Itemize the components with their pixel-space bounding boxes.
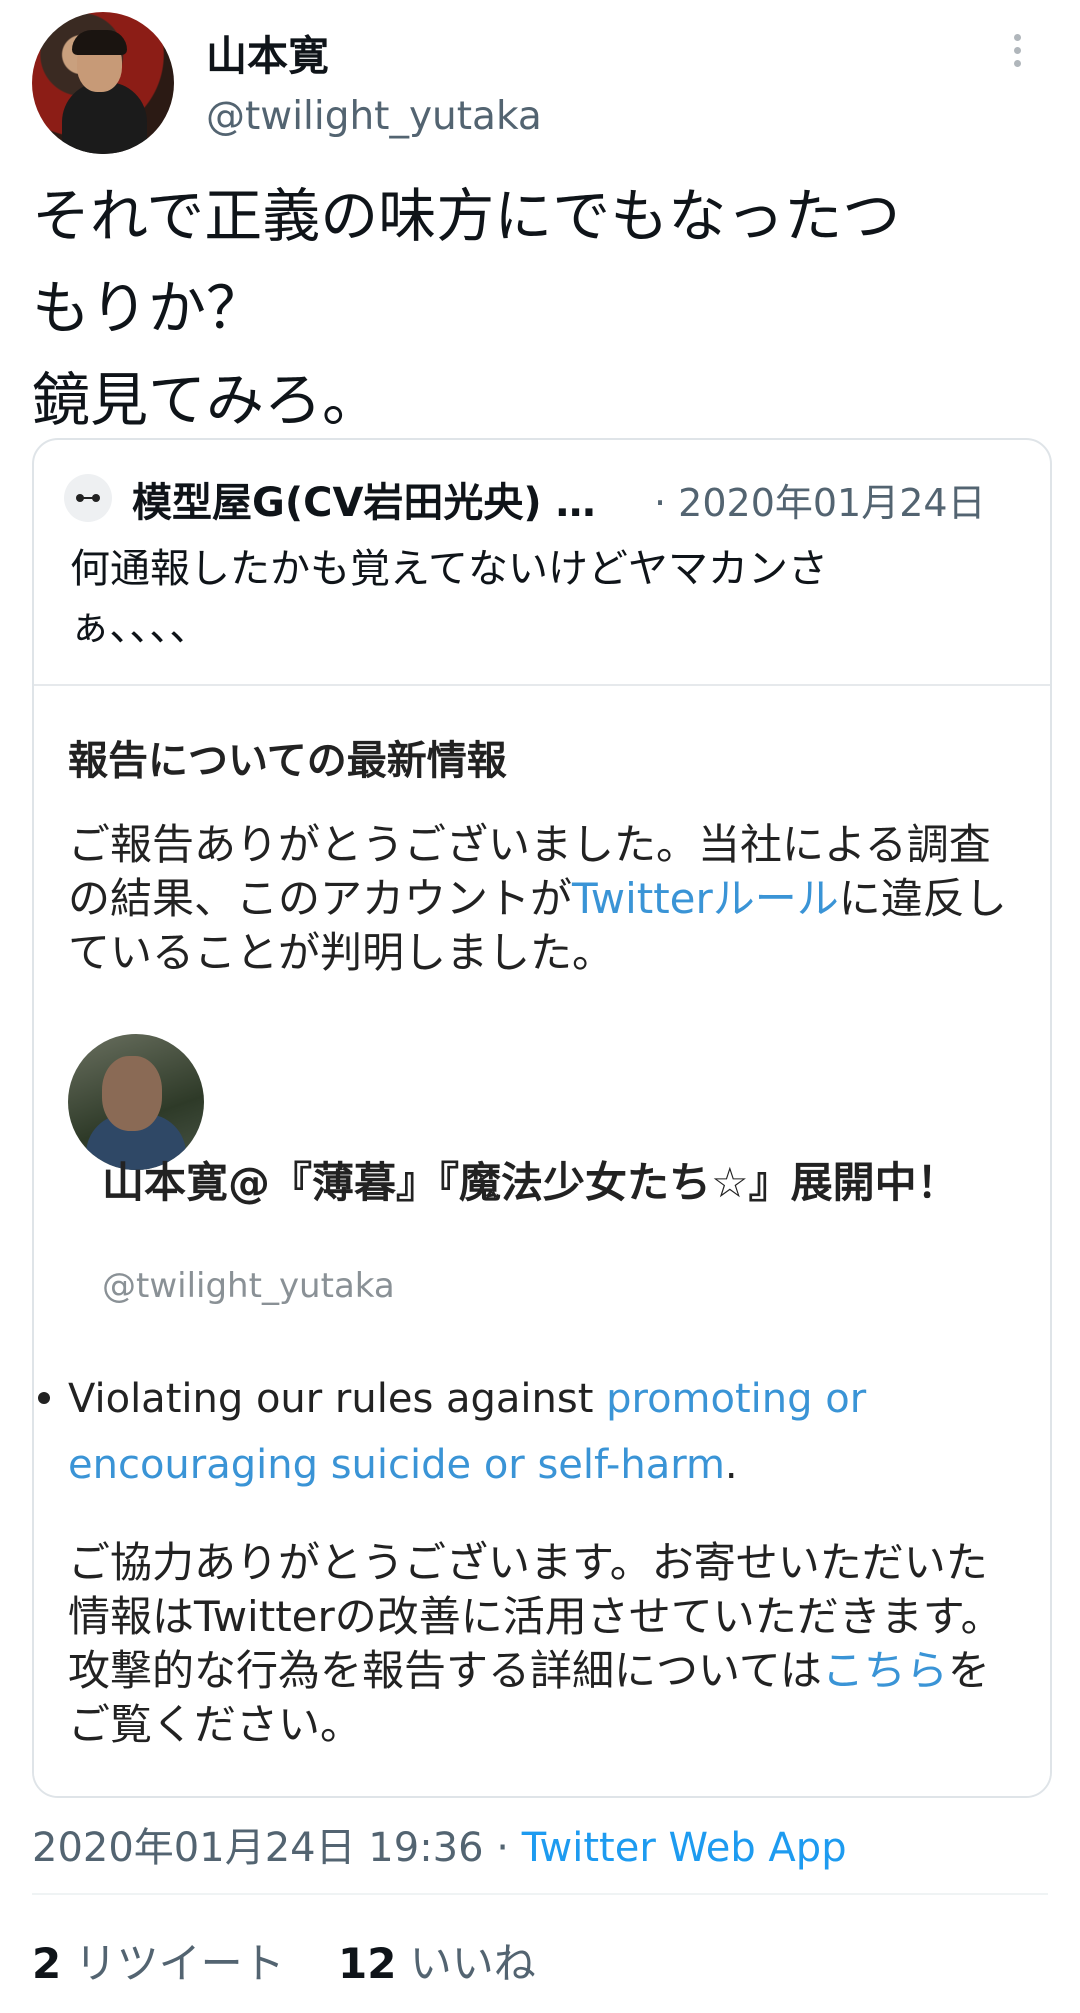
likes-stat[interactable]: 12 いいね [338,1939,536,1988]
report-body: ご報告ありがとうございました。当社による調査の結果、このアカウントがTwitte… [68,818,1028,980]
author-avatar[interactable] [32,12,174,154]
source-app-link[interactable]: Twitter Web App [522,1825,847,1871]
avatar-head [102,1056,162,1131]
avatar-eye [92,494,100,502]
report-title: 報告についての最新情報 [68,738,507,784]
timestamp-text[interactable]: 2020年01月24日 19:36 · [32,1825,522,1871]
report-thanks: ご協力ありがとうございます。お寄せいただいた情報はTwitterの改善に活用させ… [68,1536,1028,1752]
author-name[interactable]: 山本寛 [206,22,329,82]
report-screenshot-image[interactable]: 報告についての最新情報 ご報告ありがとうございました。当社による調査の結果、この… [34,684,1050,1796]
violation-text: Violating our rules against promoting or… [34,1366,1024,1498]
author-handle[interactable]: @twilight_yutaka [206,94,542,139]
avatar-hair [72,30,127,55]
retweets-stat[interactable]: 2 リツイート [32,1939,285,1988]
quoted-author-avatar[interactable] [64,474,112,522]
details-link: こちら [821,1646,948,1695]
bullet-dot [38,1392,50,1404]
quoted-tweet-text: 何通報したかも覚えてないけどヤマカンさ ぁ、、、、 [70,546,828,650]
reported-user-name: 山本寛@『薄暮』『魔法少女たち☆』展開中！ [102,1158,959,1207]
twitter-rules-link: Twitterルール [572,874,839,923]
violation-suffix: . [724,1442,738,1488]
violation-bullet: Violating our rules against promoting or… [34,1366,1024,1498]
reported-user-avatar [68,1034,204,1170]
likes-count: 12 [338,1939,397,1988]
reported-user-handle: @twilight_yutaka [102,1266,395,1306]
tweet-text: それで正義の味方にでもなったつ もりか？ 鏡見てみろ。 [32,182,901,434]
retweets-label: リツイート [61,1939,285,1988]
tweet-stats: 2 リツイート 12 いいね [32,1930,536,1991]
likes-label: いいね [396,1939,536,1988]
quoted-author-name[interactable]: 模型屋G(CV岩田光央) … [132,470,596,528]
tweet-timestamp: 2020年01月24日 19:36 · Twitter Web App [32,1815,847,1873]
violation-prefix: Violating our rules against [68,1376,607,1422]
retweets-count: 2 [32,1939,62,1988]
quoted-tweet-card[interactable]: 模型屋G(CV岩田光央) … · 2020年01月24日 何通報したかも覚えてな… [32,438,1052,1798]
more-options-icon[interactable] [1014,34,1022,70]
avatar-shirt [62,82,147,154]
quoted-tweet-date[interactable]: · 2020年01月24日 [654,472,986,527]
divider [32,1893,1048,1895]
